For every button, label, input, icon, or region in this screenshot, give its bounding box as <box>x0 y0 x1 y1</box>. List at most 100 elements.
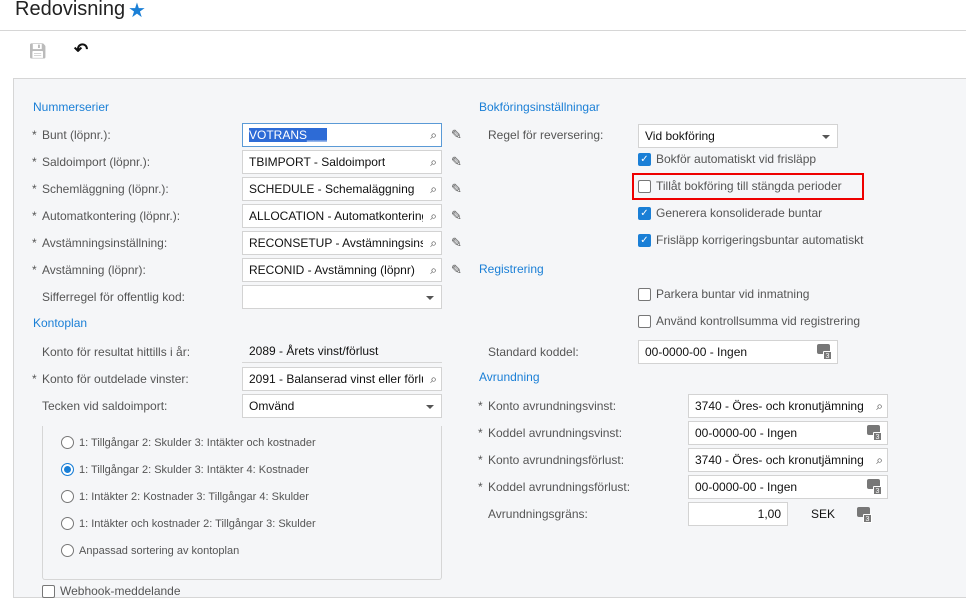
sort-option-radio[interactable]: 1: Tillgångar 2: Skulder 3: Intäkter och… <box>61 436 316 449</box>
tecken-label: Tecken vid saldoimport: <box>42 399 168 413</box>
sifferregel-label: Sifferregel för offentlig kod: <box>42 290 185 304</box>
favorite-star-icon[interactable]: ★ <box>128 0 146 23</box>
numbering-input[interactable]: SCHEDULE - Schemaläggning ⌕ <box>242 177 442 201</box>
checkbox[interactable]: ✓ <box>638 233 651 247</box>
edit-pencil-icon[interactable]: ✎ <box>451 154 462 170</box>
section-avrundning: Avrundning <box>479 370 540 384</box>
radio-label: 1: Intäkter 2: Kostnader 3: Tillgångar 4… <box>79 490 309 503</box>
numbering-input[interactable]: VOTRANS___ ⌕ <box>242 123 442 147</box>
webhook-checkbox[interactable]: Webhook-meddelande <box>42 584 181 598</box>
radio-button[interactable] <box>61 436 74 449</box>
field-label: Avstämning (löpnr): <box>42 263 146 277</box>
outdelade-label: Konto för outdelade vinster: <box>42 372 189 386</box>
search-icon[interactable]: ⌕ <box>876 453 883 468</box>
radio-label: 1: Tillgångar 2: Skulder 3: Intäkter 4: … <box>79 463 309 476</box>
required-marker: * <box>478 453 483 467</box>
field-label: Koddel avrundningsförlust: <box>488 480 631 494</box>
section-bokforing: Bokföringsinställningar <box>479 100 600 114</box>
required-marker: * <box>32 128 37 142</box>
regel-value: Vid bokföring <box>645 129 715 143</box>
currency-segment-icon[interactable]: 3 <box>852 504 872 524</box>
numbering-input[interactable]: RECONID - Avstämning (löpnr) ⌕ <box>242 258 442 282</box>
page-title: Redovisning <box>15 0 126 20</box>
field-label: Koddel avrundningsvinst: <box>488 426 623 440</box>
chevron-down-icon <box>426 405 434 409</box>
checkbox[interactable]: ✓ <box>638 206 651 220</box>
field-value: 00-0000-00 - Ingen <box>695 426 798 440</box>
radio-button[interactable] <box>61 490 74 503</box>
numbering-input[interactable]: RECONSETUP - Avstämningsinställning ⌕ <box>242 231 442 255</box>
search-icon[interactable]: ⌕ <box>876 399 883 414</box>
required-marker: * <box>478 426 483 440</box>
search-icon[interactable]: ⌕ <box>430 155 437 170</box>
radio-button[interactable] <box>61 517 74 530</box>
setting-checkbox[interactable]: ✓ Bokför automatiskt vid frisläpp <box>638 152 816 166</box>
sort-option-radio[interactable]: Anpassad sortering av kontoplan <box>61 544 239 557</box>
sort-option-radio[interactable]: 1: Tillgångar 2: Skulder 3: Intäkter 4: … <box>61 463 309 476</box>
required-marker: * <box>478 480 483 494</box>
search-icon[interactable]: ⌕ <box>430 182 437 197</box>
checkbox-label: Använd kontrollsumma vid registrering <box>656 314 861 328</box>
section-kontoplan: Kontoplan <box>33 316 88 330</box>
rounding-input[interactable]: 00-0000-00 - Ingen 3 <box>688 421 888 445</box>
section-nummerserier: Nummerserier <box>33 100 110 114</box>
checkbox[interactable] <box>638 314 651 328</box>
search-icon[interactable]: ⌕ <box>430 209 437 224</box>
highlight-box <box>632 173 864 200</box>
numbering-input[interactable]: TBIMPORT - Saldoimport ⌕ <box>242 150 442 174</box>
search-icon[interactable]: ⌕ <box>430 236 437 251</box>
setting-checkbox[interactable]: Parkera buntar vid inmatning <box>638 287 809 301</box>
rounding-input[interactable]: 00-0000-00 - Ingen 3 <box>688 475 888 499</box>
search-icon[interactable]: ⌕ <box>430 128 437 143</box>
checkbox-label: Parkera buntar vid inmatning <box>656 287 810 301</box>
search-icon[interactable]: ⌕ <box>430 372 437 387</box>
edit-pencil-icon[interactable]: ✎ <box>451 181 462 197</box>
edit-pencil-icon[interactable]: ✎ <box>451 127 462 143</box>
outdelade-input[interactable]: 2091 - Balanserad vinst eller förlust ⌕ <box>242 367 442 391</box>
numbering-input[interactable]: ALLOCATION - Automatkontering ⌕ <box>242 204 442 228</box>
field-value: TBIMPORT - Saldoimport <box>249 155 386 169</box>
search-icon[interactable]: ⌕ <box>430 263 437 278</box>
field-label: Avstämningsinställning: <box>42 236 168 250</box>
required-marker: * <box>478 399 483 413</box>
grans-input[interactable]: 1,00 <box>688 502 788 526</box>
field-value: 3740 - Öres- och kronutjämning <box>695 453 864 467</box>
radio-button[interactable] <box>61 463 74 476</box>
sort-option-radio[interactable]: 1: Intäkter och kostnader 2: Tillgångar … <box>61 517 316 530</box>
field-label: Schemläggning (löpnr.): <box>42 182 169 196</box>
tecken-select[interactable]: Omvänd <box>242 394 442 418</box>
checkbox[interactable]: ✓ <box>638 152 651 166</box>
required-marker: * <box>32 263 37 277</box>
divider <box>0 30 966 31</box>
segment-icon[interactable]: 3 <box>817 344 832 360</box>
edit-pencil-icon[interactable]: ✎ <box>451 235 462 251</box>
edit-pencil-icon[interactable]: ✎ <box>451 262 462 278</box>
save-icon[interactable]: 💾︎ <box>28 42 47 60</box>
setting-checkbox[interactable]: Använd kontrollsumma vid registrering <box>638 314 860 328</box>
field-value: VOTRANS___ <box>249 128 328 142</box>
sifferregel-select[interactable] <box>242 285 442 309</box>
checkbox-label: Frisläpp korrigeringsbuntar automatiskt <box>656 233 864 247</box>
resultat-value: 2089 - Årets vinst/förlust <box>242 339 442 363</box>
field-value: RECONID - Avstämning (löpnr) <box>249 263 415 277</box>
radio-button[interactable] <box>61 544 74 557</box>
field-value: 3740 - Öres- och kronutjämning <box>695 399 864 413</box>
chevron-down-icon <box>822 135 830 139</box>
koddel-input[interactable]: 00-0000-00 - Ingen 3 <box>638 340 838 364</box>
checkbox[interactable] <box>42 584 55 598</box>
undo-icon[interactable]: ↶ <box>74 40 88 60</box>
field-label: Bunt (löpnr.): <box>42 128 111 142</box>
radio-label: Anpassad sortering av kontoplan <box>79 544 240 557</box>
rounding-input[interactable]: 3740 - Öres- och kronutjämning ⌕ <box>688 448 888 472</box>
chevron-down-icon <box>426 296 434 300</box>
webhook-label: Webhook-meddelande <box>60 584 181 598</box>
segment-icon[interactable]: 3 <box>867 425 882 441</box>
sort-option-radio[interactable]: 1: Intäkter 2: Kostnader 3: Tillgångar 4… <box>61 490 309 503</box>
edit-pencil-icon[interactable]: ✎ <box>451 208 462 224</box>
checkbox[interactable] <box>638 287 651 301</box>
setting-checkbox[interactable]: ✓ Frisläpp korrigeringsbuntar automatiskt <box>638 233 863 247</box>
setting-checkbox[interactable]: ✓ Generera konsoliderade buntar <box>638 206 822 220</box>
regel-select[interactable]: Vid bokföring <box>638 124 838 148</box>
rounding-input[interactable]: 3740 - Öres- och kronutjämning ⌕ <box>688 394 888 418</box>
segment-icon[interactable]: 3 <box>867 479 882 495</box>
